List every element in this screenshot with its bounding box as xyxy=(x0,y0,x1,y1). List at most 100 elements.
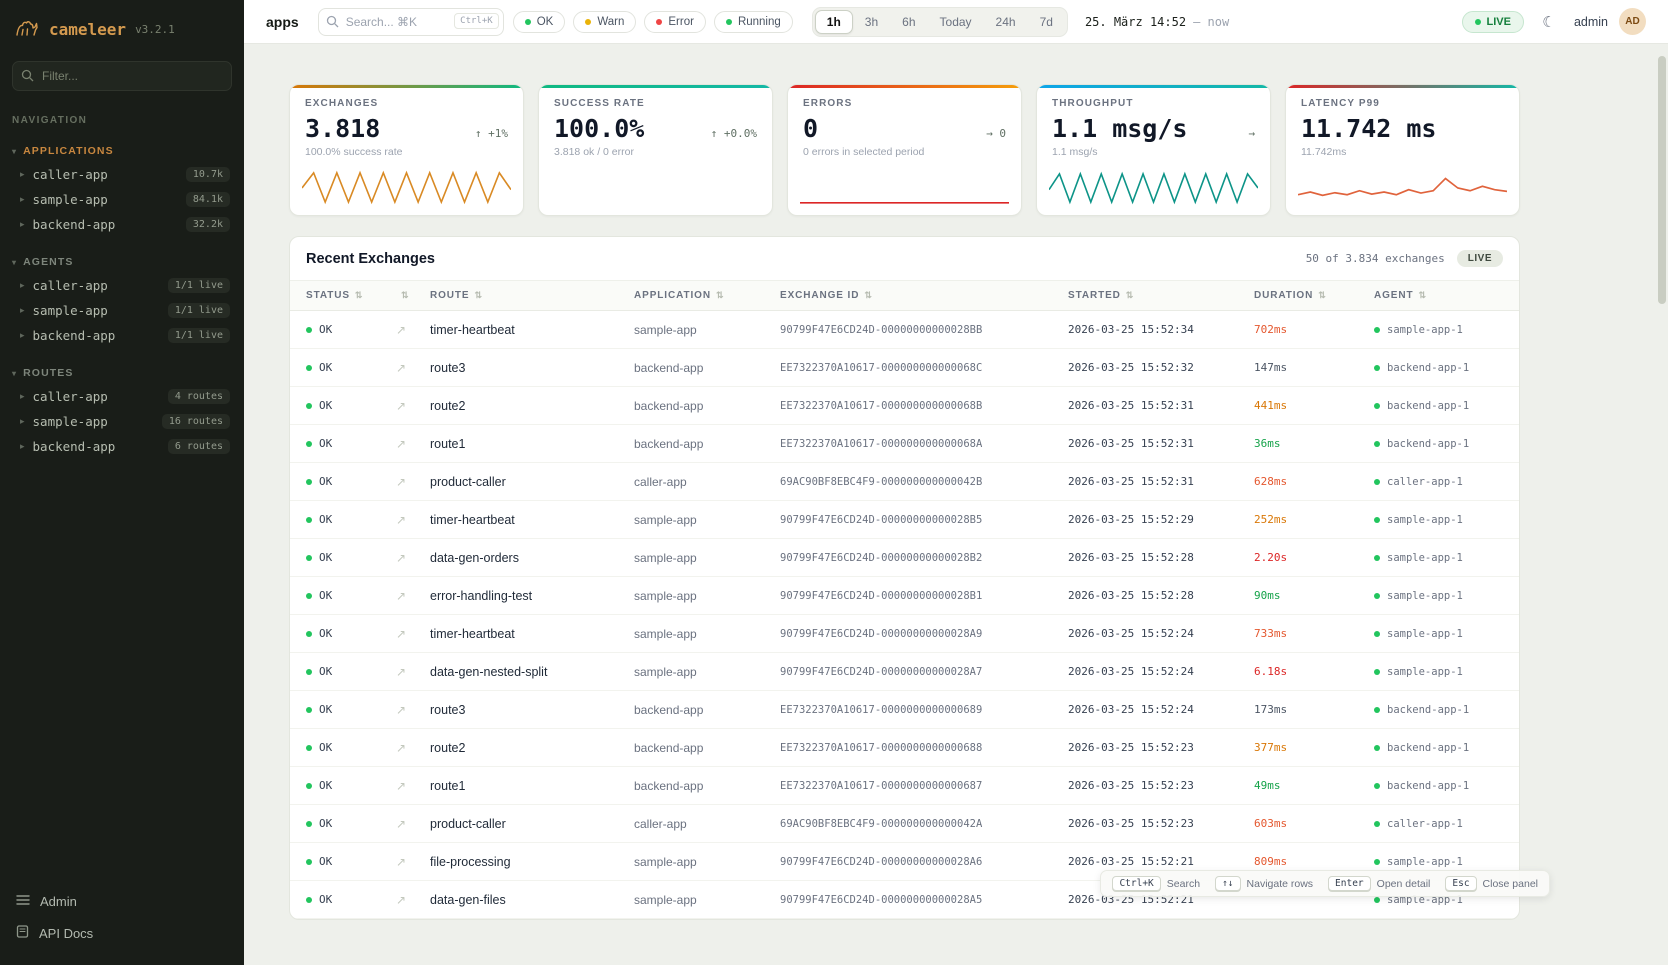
table-row[interactable]: OK ↗ data-gen-nested-split sample-app 90… xyxy=(290,653,1519,691)
table-row[interactable]: OK ↗ route3 backend-app EE7322370A10617-… xyxy=(290,691,1519,729)
chevron-right-icon: ▸ xyxy=(20,416,25,427)
column-header[interactable]: EXCHANGE ID ⇅ xyxy=(770,281,1058,311)
status-filter-chip[interactable]: OK xyxy=(513,11,566,33)
agent-dot xyxy=(1374,897,1380,903)
table-row[interactable]: OK ↗ timer-heartbeat sample-app 90799F47… xyxy=(290,615,1519,653)
agent-dot xyxy=(1374,669,1380,675)
sidebar-item[interactable]: ▸ caller-app 1/1 live xyxy=(0,273,244,298)
sidebar-item[interactable]: ▸ backend-app 32.2k xyxy=(0,212,244,237)
open-detail-icon[interactable]: ↗ xyxy=(396,513,406,527)
duration: 441ms xyxy=(1244,387,1364,425)
time-range-button[interactable]: 6h xyxy=(890,10,927,34)
table-row[interactable]: OK ↗ product-caller caller-app 69AC90BF8… xyxy=(290,805,1519,843)
open-detail-icon[interactable]: ↗ xyxy=(396,817,406,831)
sidebar-item-label: caller-app xyxy=(33,389,108,404)
open-detail-icon[interactable]: ↗ xyxy=(396,589,406,603)
stat-accent-bar xyxy=(1037,85,1270,88)
sidebar-item-badge: 1/1 live xyxy=(168,328,230,343)
sidebar-item-badge: 1/1 live xyxy=(168,303,230,318)
table-row[interactable]: OK ↗ error-handling-test sample-app 9079… xyxy=(290,577,1519,615)
sidebar-item[interactable]: ▸ sample-app 1/1 live xyxy=(0,298,244,323)
open-detail-icon[interactable]: ↗ xyxy=(396,893,406,907)
open-detail-icon[interactable]: ↗ xyxy=(396,779,406,793)
logo: cameleer v3.2.1 xyxy=(0,0,244,53)
username: admin xyxy=(1574,15,1608,29)
table-row[interactable]: OK ↗ route2 backend-app EE7322370A10617-… xyxy=(290,729,1519,767)
status-filter-chip[interactable]: Error xyxy=(644,11,706,33)
open-detail-icon[interactable]: ↗ xyxy=(396,703,406,717)
open-detail-icon[interactable]: ↗ xyxy=(396,627,406,641)
sort-icon: ⇅ xyxy=(475,290,483,300)
open-detail-icon[interactable]: ↗ xyxy=(396,551,406,565)
stat-value: 11.742 ms xyxy=(1301,114,1436,143)
open-detail-icon[interactable]: ↗ xyxy=(396,361,406,375)
sidebar-item-badge: 4 routes xyxy=(168,389,230,404)
chevron-down-icon: ▾ xyxy=(12,147,17,156)
scrollbar-track[interactable] xyxy=(1658,46,1667,963)
open-detail-icon[interactable]: ↗ xyxy=(396,475,406,489)
time-range-button[interactable]: Today xyxy=(928,10,984,34)
open-detail-icon[interactable]: ↗ xyxy=(396,437,406,451)
sidebar-section-header[interactable]: ▾ ROUTES xyxy=(0,362,244,384)
sidebar-item[interactable]: ▸ backend-app 1/1 live xyxy=(0,323,244,348)
sidebar-section-header[interactable]: ▾ AGENTS xyxy=(0,251,244,273)
table-row[interactable]: OK ↗ product-caller caller-app 69AC90BF8… xyxy=(290,463,1519,501)
started-timestamp: 2026-03-25 15:52:31 xyxy=(1058,463,1244,501)
sidebar-item[interactable]: ▸ caller-app 10.7k xyxy=(0,162,244,187)
sort-icon: ⇅ xyxy=(1126,290,1134,300)
status-filter-chip[interactable]: Warn xyxy=(573,11,636,33)
table-row[interactable]: OK ↗ route2 backend-app EE7322370A10617-… xyxy=(290,387,1519,425)
dark-mode-toggle[interactable]: ☾ xyxy=(1535,8,1563,36)
live-toggle[interactable]: LIVE xyxy=(1462,11,1524,33)
table-row[interactable]: OK ↗ data-gen-orders sample-app 90799F47… xyxy=(290,539,1519,577)
sidebar-item[interactable]: ▸ sample-app 84.1k xyxy=(0,187,244,212)
chip-label: OK xyxy=(537,16,554,28)
open-detail-icon[interactable]: ↗ xyxy=(396,323,406,337)
column-label: EXCHANGE ID xyxy=(780,290,859,301)
column-header[interactable]: ROUTE⇅ xyxy=(420,281,624,311)
time-range-button[interactable]: 3h xyxy=(853,10,890,34)
sidebar-item-badge: 10.7k xyxy=(186,167,230,182)
agent-name: caller-app-1 xyxy=(1387,818,1463,830)
time-range-button[interactable]: 7d xyxy=(1028,10,1065,34)
status-filter-chip[interactable]: Running xyxy=(714,11,793,33)
sidebar-item[interactable]: ▸ sample-app 16 routes xyxy=(0,409,244,434)
table-row[interactable]: OK ↗ route3 backend-app EE7322370A10617-… xyxy=(290,349,1519,387)
sidebar-section-header[interactable]: ▾ APPLICATIONS xyxy=(0,140,244,162)
column-header[interactable]: DURATION⇅ xyxy=(1244,281,1364,311)
column-header[interactable]: STARTED⇅ xyxy=(1058,281,1244,311)
sidebar-item[interactable]: ▸ caller-app 4 routes xyxy=(0,384,244,409)
keycap: Enter xyxy=(1328,876,1371,891)
open-detail-icon[interactable]: ↗ xyxy=(396,665,406,679)
agent-name: backend-app-1 xyxy=(1387,400,1469,412)
sidebar: cameleer v3.2.1 NAVIGATION ▾ APPLICATION… xyxy=(0,0,244,965)
table-row[interactable]: OK ↗ timer-heartbeat sample-app 90799F47… xyxy=(290,501,1519,539)
table-row[interactable]: OK ↗ timer-heartbeat sample-app 90799F47… xyxy=(290,311,1519,349)
sidebar-filter-input[interactable] xyxy=(12,61,232,91)
sort-icon: ⇅ xyxy=(864,290,872,300)
sidebar-item-api-docs[interactable]: API Docs xyxy=(0,917,244,949)
column-header[interactable]: APPLICATION⇅ xyxy=(624,281,770,311)
agent-name: sample-app-1 xyxy=(1387,324,1463,336)
chevron-right-icon: ▸ xyxy=(20,219,25,230)
sidebar-item-admin[interactable]: Admin xyxy=(0,886,244,917)
column-header[interactable]: AGENT⇅ xyxy=(1364,281,1519,311)
column-label: AGENT xyxy=(1374,290,1414,301)
sidebar-item-label: backend-app xyxy=(33,328,116,343)
time-range-button[interactable]: 24h xyxy=(984,10,1028,34)
agent-dot xyxy=(1374,365,1380,371)
table-row[interactable]: OK ↗ route1 backend-app EE7322370A10617-… xyxy=(290,425,1519,463)
stat-subtitle: 1.1 msg/s xyxy=(1052,146,1255,158)
open-detail-icon[interactable]: ↗ xyxy=(396,855,406,869)
scrollbar-thumb[interactable] xyxy=(1658,56,1666,304)
open-detail-icon[interactable]: ↗ xyxy=(396,741,406,755)
open-detail-icon[interactable]: ↗ xyxy=(396,399,406,413)
time-range-button[interactable]: 1h xyxy=(815,10,853,34)
column-header[interactable]: ⇅ xyxy=(386,281,420,311)
column-header[interactable]: STATUS⇅ xyxy=(290,281,386,311)
table-row[interactable]: OK ↗ route1 backend-app EE7322370A10617-… xyxy=(290,767,1519,805)
sidebar-item-label: sample-app xyxy=(33,414,108,429)
main-content: EXCHANGES 3.818 ↑ +1% 100.0% success rat… xyxy=(244,44,1668,965)
avatar[interactable]: AD xyxy=(1619,8,1646,35)
sidebar-item[interactable]: ▸ backend-app 6 routes xyxy=(0,434,244,459)
